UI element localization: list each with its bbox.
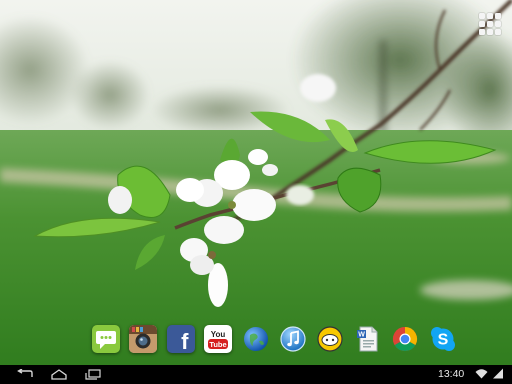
app-drawer-grid-icon xyxy=(479,29,485,35)
clock[interactable]: 13:40 xyxy=(438,368,464,380)
app-drawer-grid-icon xyxy=(479,13,485,19)
documents-app[interactable]: W xyxy=(354,325,382,353)
home-button[interactable] xyxy=(48,367,70,382)
app-drawer-grid-icon xyxy=(487,13,493,19)
back-arrow-icon xyxy=(17,369,33,377)
instagram-app[interactable] xyxy=(129,325,158,353)
youtube-icon: YouTube xyxy=(208,330,229,349)
facebook-icon: f xyxy=(181,329,189,353)
skype-app[interactable]: S xyxy=(429,325,457,353)
app-drawer-grid-icon xyxy=(495,29,501,35)
app-drawer-grid-icon xyxy=(487,21,493,27)
wifi-icon xyxy=(475,369,488,379)
signal-icon xyxy=(493,368,503,379)
app-drawer-grid-icon xyxy=(487,29,493,35)
browser-app[interactable] xyxy=(242,325,270,353)
globe-icon xyxy=(243,327,268,351)
home-icon xyxy=(51,369,67,380)
svg-text:You: You xyxy=(211,330,226,339)
instagram-icon xyxy=(129,325,158,353)
svg-text:W: W xyxy=(358,332,365,339)
messaging-icon xyxy=(96,331,116,349)
app-drawer-grid-icon xyxy=(495,13,501,19)
chat-app[interactable] xyxy=(316,325,344,353)
music-app[interactable] xyxy=(279,325,307,353)
chrome-icon xyxy=(393,327,418,352)
recent-apps-icon xyxy=(85,369,101,380)
svg-text:Tube: Tube xyxy=(209,340,226,349)
app-drawer-grid-icon xyxy=(479,21,485,27)
messaging-app[interactable] xyxy=(92,325,120,353)
app-drawer-button[interactable] xyxy=(478,12,502,36)
facebook-app[interactable]: f xyxy=(166,325,195,353)
dock: f You Tube W S xyxy=(92,325,457,355)
app-drawer-grid-icon xyxy=(495,21,501,27)
skype-icon: S xyxy=(430,327,455,351)
svg-text:S: S xyxy=(437,332,448,349)
youtube-app[interactable]: You Tube xyxy=(204,325,233,353)
chrome-app[interactable] xyxy=(391,325,419,353)
recent-apps-button[interactable] xyxy=(82,367,104,382)
back-button[interactable] xyxy=(14,367,36,382)
chat-bubble-icon xyxy=(317,326,343,352)
document-icon: W xyxy=(356,326,378,352)
navigation-bar: 13:40 xyxy=(0,365,512,384)
music-note-icon xyxy=(280,326,306,352)
